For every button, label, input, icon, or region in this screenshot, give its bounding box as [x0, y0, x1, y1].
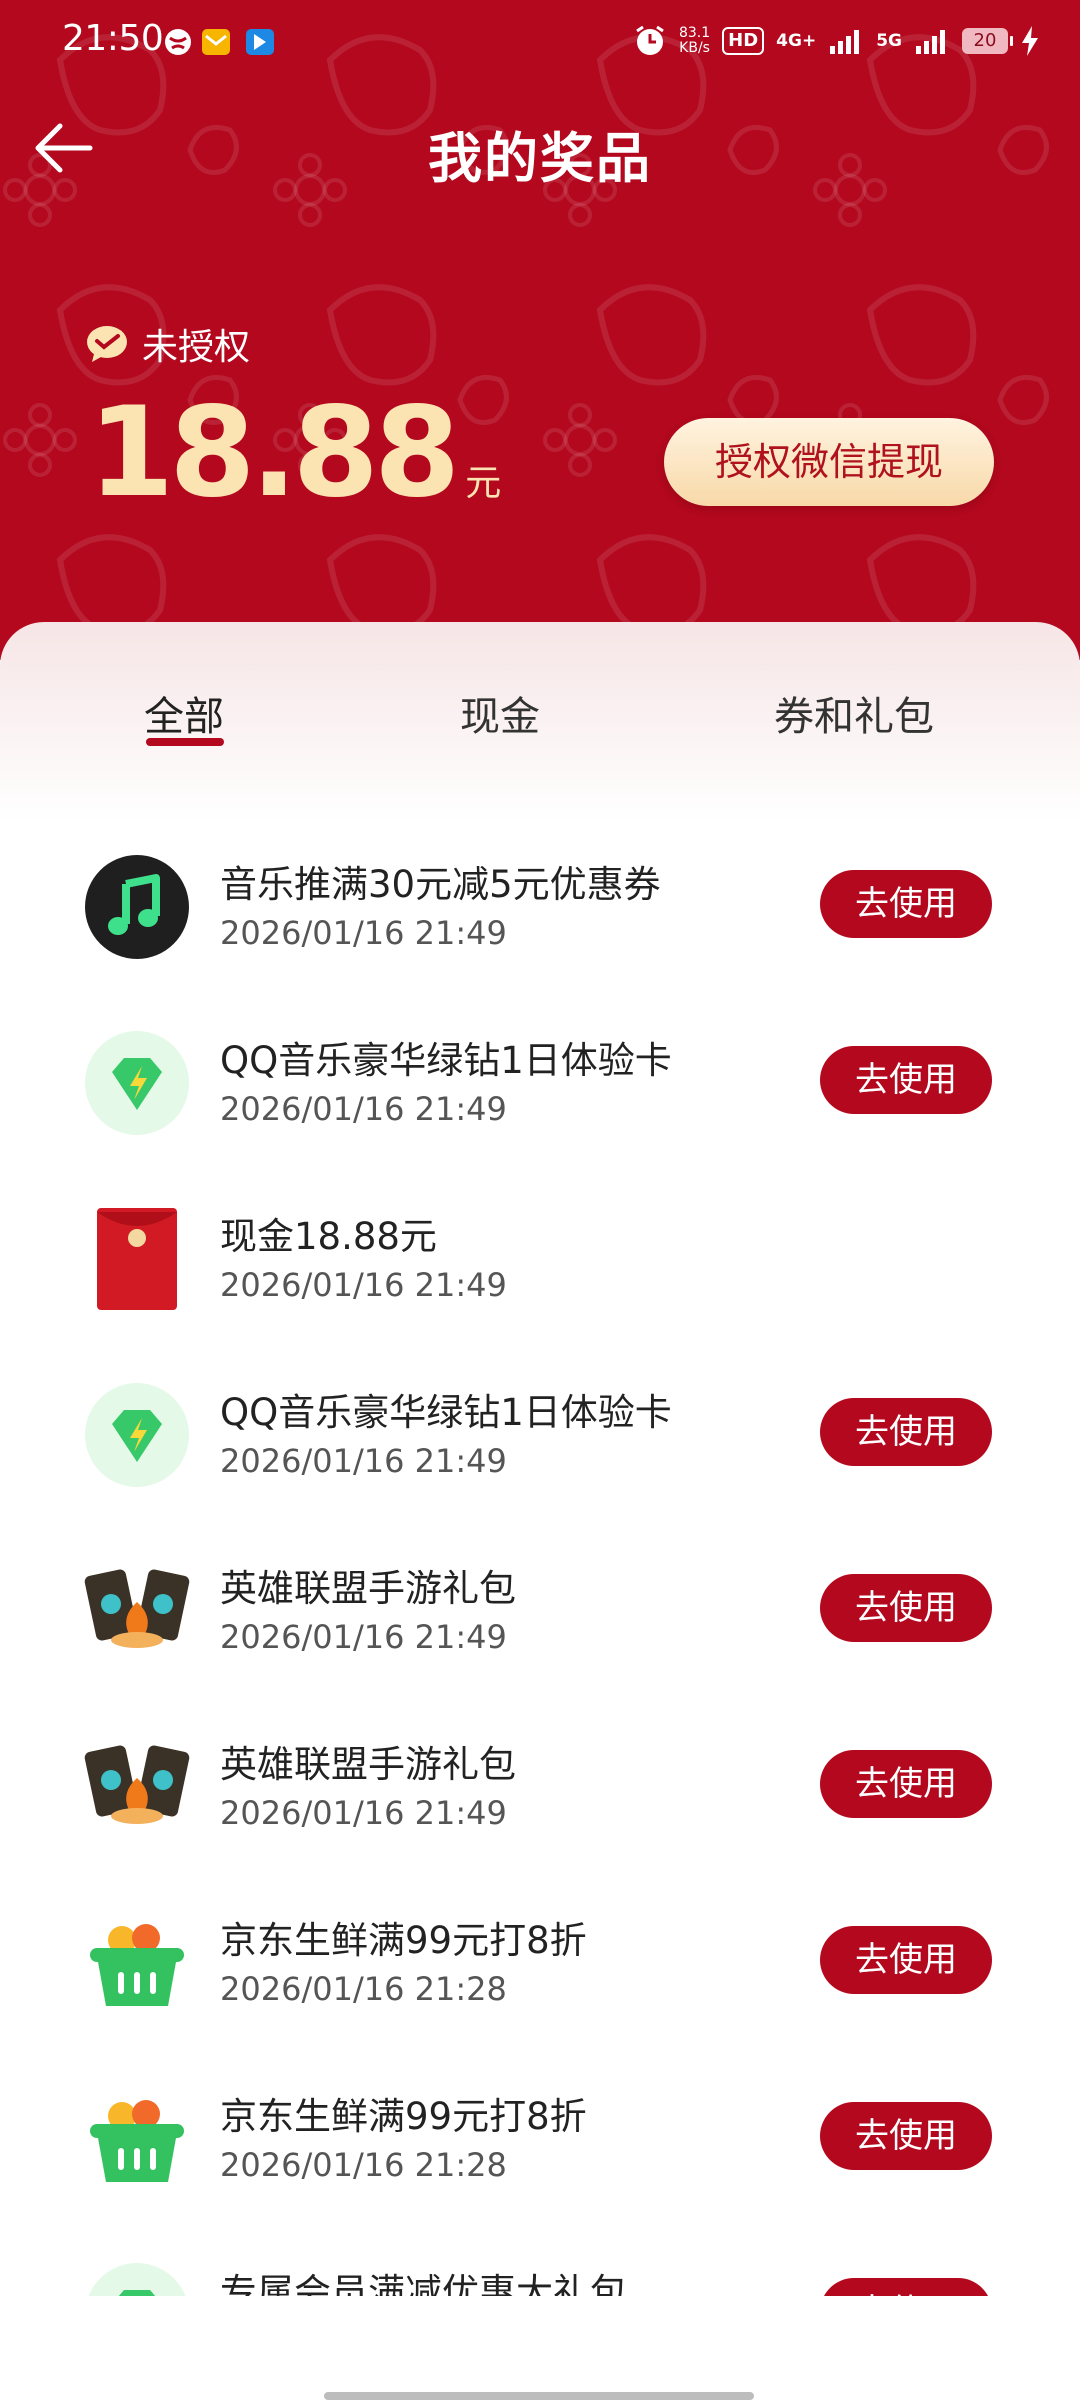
network-5g: 5G: [876, 31, 902, 51]
prize-title: 音乐推满30元减5元优惠券: [220, 863, 661, 906]
prize-item[interactable]: 英雄联盟手游礼包 2026/01/16 21:49 去使用: [0, 1706, 1080, 1876]
status-bar: 21:50 83.1 KB/s HD 4G+ 5G 20: [0, 0, 1080, 84]
prize-time: 2026/01/16 21:49: [220, 1090, 507, 1128]
game-cards-icon: [84, 1569, 190, 1648]
use-button[interactable]: 去使用: [820, 1398, 992, 1466]
use-button[interactable]: 去使用: [820, 2278, 992, 2296]
prize-item[interactable]: 专属会员满减优惠大礼包 去使用: [0, 2234, 1080, 2296]
withdraw-button[interactable]: 授权微信提现: [664, 418, 994, 506]
prize-title: 英雄联盟手游礼包: [220, 1743, 516, 1786]
auth-status-row: 未授权: [86, 318, 250, 370]
balance-unit: 元: [465, 463, 502, 504]
page-title: 我的奖品: [428, 127, 652, 190]
tab-cash[interactable]: 现金: [460, 684, 540, 742]
red-envelope-icon: [97, 1208, 177, 1310]
prize-time: 2026/01/16 21:28: [220, 2146, 507, 2184]
use-button[interactable]: 去使用: [820, 1046, 992, 1114]
green-diamond-icon: [88, 2263, 186, 2296]
nav-bar: 我的奖品: [0, 96, 1080, 206]
header-banner: 21:50 83.1 KB/s HD 4G+ 5G 20 我的奖品 未授权 18…: [0, 0, 1080, 660]
prize-time: 2026/01/16 21:28: [220, 1970, 507, 2008]
prize-time: 2026/01/16 21:49: [220, 1266, 507, 1304]
balance-amount: 18.88: [88, 381, 460, 525]
prize-item[interactable]: QQ音乐豪华绿钻1日体验卡 2026/01/16 21:49 去使用: [0, 1354, 1080, 1524]
home-indicator[interactable]: [324, 2392, 754, 2400]
prize-time: 2026/01/16 21:49: [220, 1794, 507, 1832]
network-speed: 83.1 KB/s: [678, 25, 711, 56]
network-4g: 4G+: [776, 31, 817, 51]
prize-title: 京东生鲜满99元打8折: [220, 1919, 587, 1962]
green-diamond-icon: [85, 1031, 189, 1135]
prize-title: 现金18.88元: [220, 1215, 437, 1258]
prize-title: QQ音乐豪华绿钻1日体验卡: [220, 1391, 672, 1434]
music-note-icon: [85, 855, 189, 959]
game-cards-icon: [84, 1745, 190, 1824]
use-button[interactable]: 去使用: [820, 2102, 992, 2170]
use-button[interactable]: 去使用: [820, 1926, 992, 1994]
globe-icon: [165, 29, 191, 55]
prize-title: 京东生鲜满99元打8折: [220, 2095, 587, 2138]
balance-row: 18.88 元: [88, 388, 501, 518]
use-button[interactable]: 去使用: [820, 870, 992, 938]
prize-item[interactable]: 音乐推满30元减5元优惠券 2026/01/16 21:49 去使用: [0, 826, 1080, 996]
charging-icon: [1022, 26, 1038, 56]
battery-indicator: 20: [962, 28, 1013, 54]
prize-title: 专属会员满减优惠大礼包: [220, 2271, 627, 2296]
prize-item[interactable]: 英雄联盟手游礼包 2026/01/16 21:49 去使用: [0, 1530, 1080, 1700]
tab-coupons-gifts[interactable]: 券和礼包: [774, 684, 934, 742]
prize-time: 2026/01/16 21:49: [220, 1442, 507, 1480]
grocery-basket-icon: [90, 1924, 184, 2006]
status-right-group: 83.1 KB/s HD 4G+ 5G 20: [633, 20, 1040, 62]
mail-app-icon: [202, 29, 230, 55]
tab-all[interactable]: 全部: [144, 684, 224, 742]
use-button[interactable]: 去使用: [820, 1574, 992, 1642]
notification-icons: [165, 29, 274, 55]
prize-title: 英雄联盟手游礼包: [220, 1567, 516, 1610]
prize-time: 2026/01/16 21:49: [220, 914, 507, 952]
hd-badge: HD: [722, 27, 765, 55]
green-diamond-icon: [85, 1383, 189, 1487]
prize-list: 音乐推满30元减5元优惠券 2026/01/16 21:49 去使用 QQ音乐豪…: [0, 826, 1080, 2296]
auth-status-text: 未授权: [142, 327, 251, 368]
signal-icon-2: [916, 30, 945, 54]
prize-time: 2026/01/16 21:49: [220, 1618, 507, 1656]
use-button[interactable]: 去使用: [820, 1750, 992, 1818]
status-time: 21:50: [62, 18, 164, 59]
prize-item[interactable]: QQ音乐豪华绿钻1日体验卡 2026/01/16 21:49 去使用: [0, 1002, 1080, 1172]
wechat-icon: [87, 326, 127, 362]
prize-item[interactable]: 现金18.88元 2026/01/16 21:49: [0, 1178, 1080, 1348]
alarm-icon: [636, 25, 664, 55]
prize-item[interactable]: 京东生鲜满99元打8折 2026/01/16 21:28 去使用: [0, 1882, 1080, 2052]
active-tab-indicator: [146, 738, 224, 746]
grocery-basket-icon: [90, 2100, 184, 2182]
prize-item[interactable]: 京东生鲜满99元打8折 2026/01/16 21:28 去使用: [0, 2058, 1080, 2228]
signal-icon: [830, 30, 860, 54]
prize-title: QQ音乐豪华绿钻1日体验卡: [220, 1039, 672, 1082]
pin-app-icon: [246, 29, 274, 55]
